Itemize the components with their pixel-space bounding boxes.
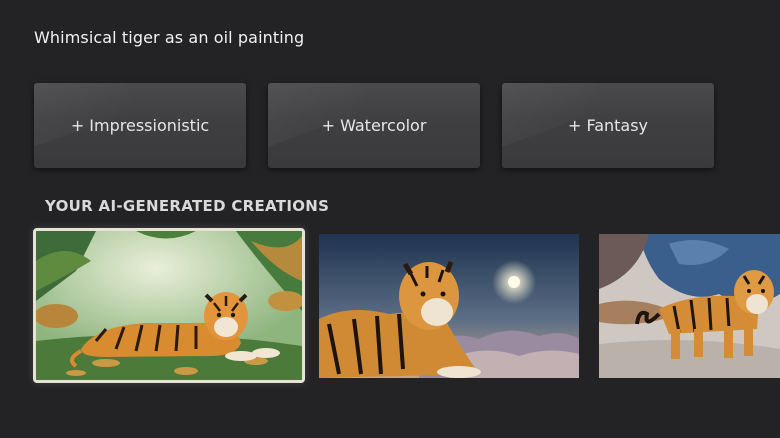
style-chip-impressionistic[interactable]: + Impressionistic [34,83,246,168]
prompt-text: Whimsical tiger as an oil painting [34,28,305,47]
chip-label: + Watercolor [321,116,427,135]
tiger-moon-image [319,234,579,378]
creation-thumbnail-moon-tiger[interactable] [319,234,579,378]
chip-label: + Fantasy [567,116,649,135]
creation-thumbnail-walking-tiger[interactable] [599,234,780,378]
style-chip-watercolor[interactable]: + Watercolor [268,83,480,168]
tiger-jungle-image [36,231,302,380]
chip-label: + Impressionistic [70,116,210,135]
tiger-walking-image [599,234,780,378]
creation-thumbnail-jungle-tiger[interactable] [33,228,305,383]
creations-heading: YOUR AI-GENERATED CREATIONS [45,197,330,215]
style-chip-fantasy[interactable]: + Fantasy [502,83,714,168]
